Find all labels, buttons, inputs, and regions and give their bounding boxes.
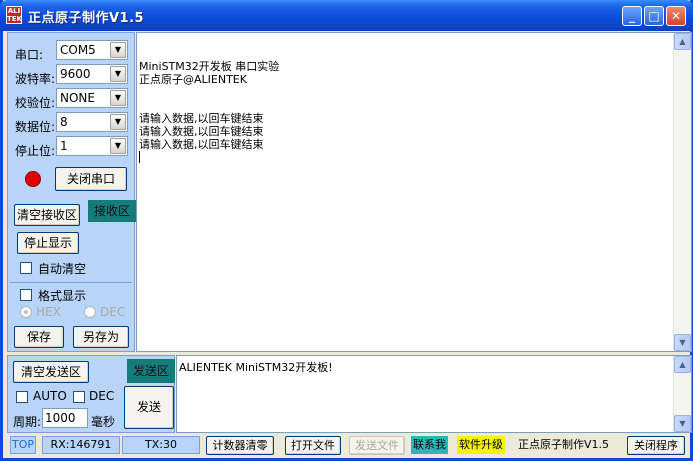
stopbits-select[interactable]: 1 ▼ <box>56 136 128 156</box>
chevron-down-icon[interactable]: ▼ <box>110 114 126 130</box>
baud-select[interactable]: 9600 ▼ <box>56 64 128 84</box>
period-value: 1000 <box>45 411 76 425</box>
baud-label: 波特率: <box>15 72 56 86</box>
receive-scrollbar[interactable]: ▲ ▼ <box>673 33 691 351</box>
auto-send-checkbox[interactable] <box>16 391 28 403</box>
dec-label: DEC <box>100 305 126 319</box>
open-file-button[interactable]: 打开文件 <box>285 436 341 455</box>
receive-line: 请输入数据,以回车键结束 <box>139 138 264 151</box>
status-bar: TOP RX:146791 TX:30 计数器清零 打开文件 发送文件 联系我 … <box>7 435 692 457</box>
parity-value: NONE <box>60 91 95 105</box>
period-input[interactable]: 1000 <box>42 408 88 428</box>
settings-panel: 串口: COM5 ▼ 波特率: 9600 ▼ 校验位: NONE ▼ 数据位: … <box>7 32 136 352</box>
tx-counter: TX:30 <box>122 436 200 454</box>
dec-send-label: DEC <box>89 389 115 403</box>
chevron-down-icon[interactable]: ▼ <box>110 66 126 82</box>
scroll-down-icon[interactable]: ▼ <box>674 415 691 432</box>
scroll-up-icon[interactable]: ▲ <box>674 356 691 373</box>
rx-counter: RX:146791 <box>42 436 120 454</box>
hex-radio[interactable] <box>20 306 32 318</box>
save-as-button[interactable]: 另存为 <box>73 326 129 348</box>
send-file-button[interactable]: 发送文件 <box>349 436 405 455</box>
close-program-button[interactable]: 关闭程序 <box>627 436 685 455</box>
receive-line: 正点原子@ALIENTEK <box>139 73 247 86</box>
scroll-down-icon[interactable]: ▼ <box>674 334 691 351</box>
chevron-down-icon[interactable]: ▼ <box>110 90 126 106</box>
save-button[interactable]: 保存 <box>14 326 64 348</box>
app-logo-icon: ALI TEK <box>6 6 22 24</box>
dec-radio[interactable] <box>84 306 96 318</box>
format-display-label: 格式显示 <box>38 289 87 303</box>
dec-send-checkbox[interactable] <box>73 391 85 403</box>
author-label: 正点原子制作V1.5 <box>518 438 610 451</box>
text-caret <box>139 151 140 163</box>
receive-line <box>139 99 279 112</box>
parity-select[interactable]: NONE ▼ <box>56 88 128 108</box>
scroll-up-icon[interactable]: ▲ <box>674 33 691 50</box>
close-button[interactable]: ✕ <box>666 6 686 26</box>
send-area-tag: 发送区 <box>127 359 175 383</box>
port-label: 串口: <box>15 48 44 62</box>
app-window: ALI TEK 正点原子制作V1.5 _ □ ✕ 串口: COM5 ▼ 波特率: … <box>0 0 693 461</box>
maximize-button[interactable]: □ <box>644 6 664 26</box>
close-port-button[interactable]: 关闭串口 <box>55 167 127 191</box>
stopbits-label: 停止位: <box>15 144 56 158</box>
auto-send-label: AUTO <box>33 389 67 403</box>
hex-label: HEX <box>36 305 61 319</box>
period-label: 周期: <box>13 415 42 429</box>
receive-area-tag: 接收区 <box>88 200 136 222</box>
send-panel: 清空发送区 发送区 AUTO DEC 周期: 1000 毫秒 发送 <box>7 355 175 433</box>
window-title: 正点原子制作V1.5 <box>28 11 145 26</box>
clear-receive-button[interactable]: 清空接收区 <box>14 204 80 226</box>
parity-label: 校验位: <box>15 96 56 110</box>
send-scrollbar[interactable]: ▲ ▼ <box>673 356 691 432</box>
databits-value: 8 <box>60 115 68 129</box>
receive-line: 请输入数据,以回车键结束 <box>139 125 264 138</box>
auto-clear-label: 自动清空 <box>38 262 87 276</box>
auto-clear-checkbox[interactable] <box>20 262 32 274</box>
stop-display-button[interactable]: 停止显示 <box>17 232 79 254</box>
send-textarea[interactable]: ALIENTEK MiniSTM32开发板! ▲ ▼ <box>176 355 692 433</box>
minimize-button[interactable]: _ <box>622 6 642 26</box>
period-unit: 毫秒 <box>91 415 116 429</box>
receive-line: 请输入数据,以回车键结束 <box>139 112 264 125</box>
databits-label: 数据位: <box>15 120 56 134</box>
send-text: ALIENTEK MiniSTM32开发板! <box>179 361 333 374</box>
reset-counter-button[interactable]: 计数器清零 <box>206 436 274 455</box>
port-value: COM5 <box>60 43 96 57</box>
stopbits-value: 1 <box>60 139 68 153</box>
chevron-down-icon[interactable]: ▼ <box>110 138 126 154</box>
divider <box>10 282 132 283</box>
send-button[interactable]: 发送 <box>124 386 174 429</box>
format-display-checkbox[interactable] <box>20 289 32 301</box>
receive-text: MiniSTM32开发板 串口实验 正点原子@ALIENTEK 请输入数据,以回车… <box>139 60 279 163</box>
receive-textarea[interactable]: MiniSTM32开发板 串口实验 正点原子@ALIENTEK 请输入数据,以回车… <box>136 32 692 352</box>
contact-link[interactable]: 联系我 <box>411 436 448 454</box>
clear-send-button[interactable]: 清空发送区 <box>13 361 89 383</box>
receive-line <box>139 86 279 99</box>
port-select[interactable]: COM5 ▼ <box>56 40 128 60</box>
upgrade-link[interactable]: 软件升级 <box>457 436 505 454</box>
top-indicator[interactable]: TOP <box>10 436 36 454</box>
baud-value: 9600 <box>60 67 91 81</box>
chevron-down-icon[interactable]: ▼ <box>110 42 126 58</box>
title-bar[interactable]: ALI TEK 正点原子制作V1.5 _ □ ✕ <box>0 0 693 31</box>
databits-select[interactable]: 8 ▼ <box>56 112 128 132</box>
port-status-led-icon <box>25 171 41 187</box>
receive-line: MiniSTM32开发板 串口实验 <box>139 60 280 73</box>
